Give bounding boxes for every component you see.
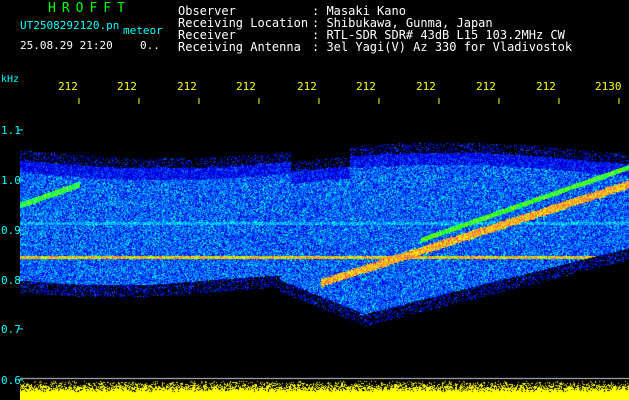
file-name: UT2508292120.pn [20,19,120,32]
axis-tick-marks [18,98,620,381]
time-tick: 212 [536,80,556,93]
time-tick: 212 [476,80,496,93]
header-title: HROFFT [48,1,131,16]
time-tick: 212 [297,80,317,93]
datetime: 25.08.29 21:20 [20,39,113,52]
khz-unit-label: kHz [1,74,20,85]
time-tick: 212 [177,80,197,93]
time-tick: 212 [356,80,376,93]
antenna-label: Receiving Antenna [178,40,301,54]
time-tick: 2130 [595,80,622,93]
time-tick: 212 [416,80,436,93]
time-tick: 212 [236,80,256,93]
antenna-value: : 3el Yagi(V) Az 330 for Vladivostok [312,40,573,54]
time-tick: 212 [117,80,137,93]
status-value: 0.. [140,39,160,52]
file-type: meteor [123,24,163,37]
time-tick: 212 [58,80,78,93]
